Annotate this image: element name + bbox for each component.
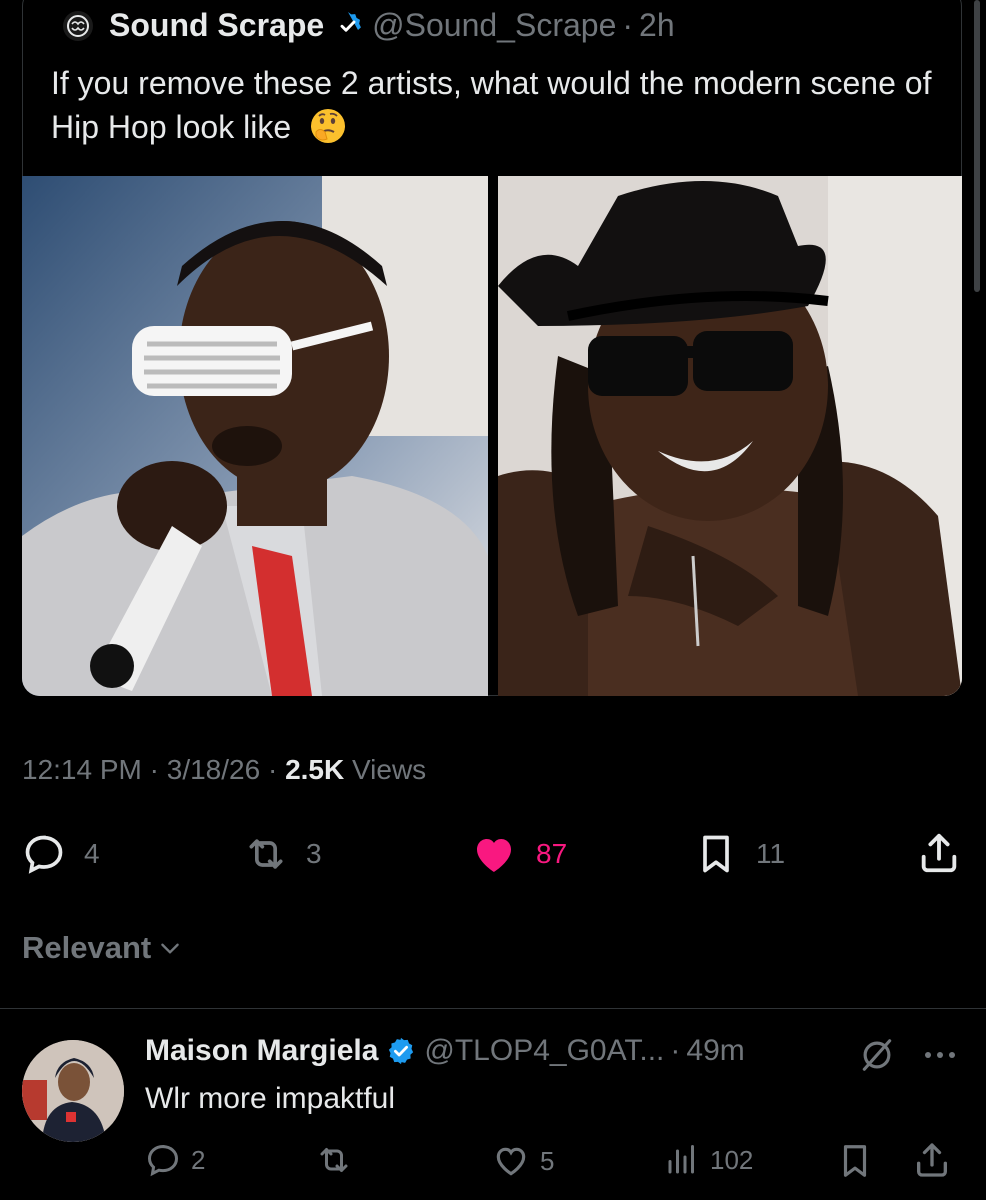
bookmark-icon — [703, 835, 729, 873]
share-icon — [917, 1143, 947, 1177]
reply-like-count: 5 — [540, 1145, 555, 1176]
artist-photo-right[interactable] — [498, 176, 962, 696]
reply-reply-button[interactable]: 2 — [145, 1142, 205, 1178]
reply-timestamp[interactable]: 49m — [686, 1034, 744, 1068]
verified-badge-icon — [340, 11, 362, 32]
analytics-icon — [668, 1145, 694, 1174]
artist-photo-right-image — [498, 176, 962, 696]
thinking-face-icon — [311, 109, 345, 143]
chevron-down-icon — [161, 943, 180, 954]
views-count: 2.5K — [285, 754, 345, 785]
grok-button[interactable] — [858, 1036, 896, 1074]
sort-label: Relevant — [22, 930, 152, 965]
heart-filled-icon — [477, 839, 511, 872]
repost-icon — [320, 1148, 348, 1172]
tweet-time: 12:14 PM — [22, 754, 142, 785]
share-button[interactable] — [916, 830, 980, 876]
reply-button[interactable]: 4 — [22, 832, 100, 876]
more-options-button[interactable] — [920, 1040, 960, 1070]
quoted-tweet-text: If you remove these 2 artists, what woul… — [51, 61, 951, 149]
separator-dot: · — [622, 7, 634, 43]
heart-icon — [496, 1147, 526, 1176]
reply-bookmark-button[interactable] — [836, 1142, 884, 1180]
artist-photo-left[interactable] — [22, 176, 488, 696]
sort-dropdown[interactable]: Relevant — [22, 930, 183, 966]
brain-logo-icon — [67, 14, 89, 37]
bookmark-button[interactable]: 11 — [694, 832, 785, 876]
avatar-image — [22, 1040, 124, 1142]
like-count: 87 — [536, 838, 568, 869]
repost-button[interactable]: 3 — [244, 832, 322, 876]
reply-share-button[interactable] — [912, 1140, 962, 1180]
tweet-meta: 12:14 PM · 3/18/26 · 2.5K Views — [22, 754, 427, 785]
reply-count: 4 — [84, 838, 100, 869]
scrollbar[interactable] — [974, 0, 980, 292]
quoted-tweet-body: If you remove these 2 artists, what woul… — [51, 65, 932, 145]
share-icon — [921, 833, 957, 873]
reply-views-button[interactable]: 102 — [664, 1142, 753, 1178]
reply-handle[interactable]: @TLOP4_G0AT... — [424, 1034, 664, 1068]
reply-icon — [25, 835, 63, 874]
quoted-tweet-header: Sound Scrape @Sound_Scrape · 2h — [63, 7, 675, 44]
quoted-timestamp[interactable]: 2h — [639, 7, 675, 44]
sound-scrape-avatar[interactable] — [63, 10, 93, 41]
grok-icon — [862, 1039, 892, 1071]
reply-header: Maison Margiela @TLOP4_G0AT... · 49m — [145, 1034, 745, 1068]
views-label[interactable]: Views — [352, 754, 426, 785]
separator-dot: · — [670, 1034, 681, 1067]
reply-icon — [147, 1144, 179, 1177]
quoted-display-name[interactable]: Sound Scrape — [109, 7, 324, 44]
tweet-date: 3/18/26 — [166, 754, 261, 785]
repost-count: 3 — [306, 838, 322, 869]
quoted-handle[interactable]: @Sound_Scrape — [372, 7, 616, 44]
reply-like-button[interactable]: 5 — [492, 1142, 554, 1180]
reply-repost-button[interactable] — [316, 1142, 362, 1178]
reply-views-count: 102 — [710, 1144, 754, 1175]
artist-photo-left-image — [22, 176, 488, 696]
reply-text: Wlr more impaktful — [145, 1082, 396, 1115]
bookmark-count: 11 — [756, 838, 786, 869]
repost-icon — [249, 839, 283, 869]
bookmark-icon — [843, 1145, 867, 1177]
more-dots-icon — [925, 1052, 955, 1058]
reply-reply-count: 2 — [191, 1144, 206, 1175]
divider — [0, 1008, 986, 1009]
avatar[interactable] — [22, 1040, 124, 1142]
like-button[interactable]: 87 — [470, 830, 567, 878]
verified-badge-icon — [389, 1037, 414, 1065]
reply-display-name[interactable]: Maison Margiela — [145, 1034, 378, 1068]
